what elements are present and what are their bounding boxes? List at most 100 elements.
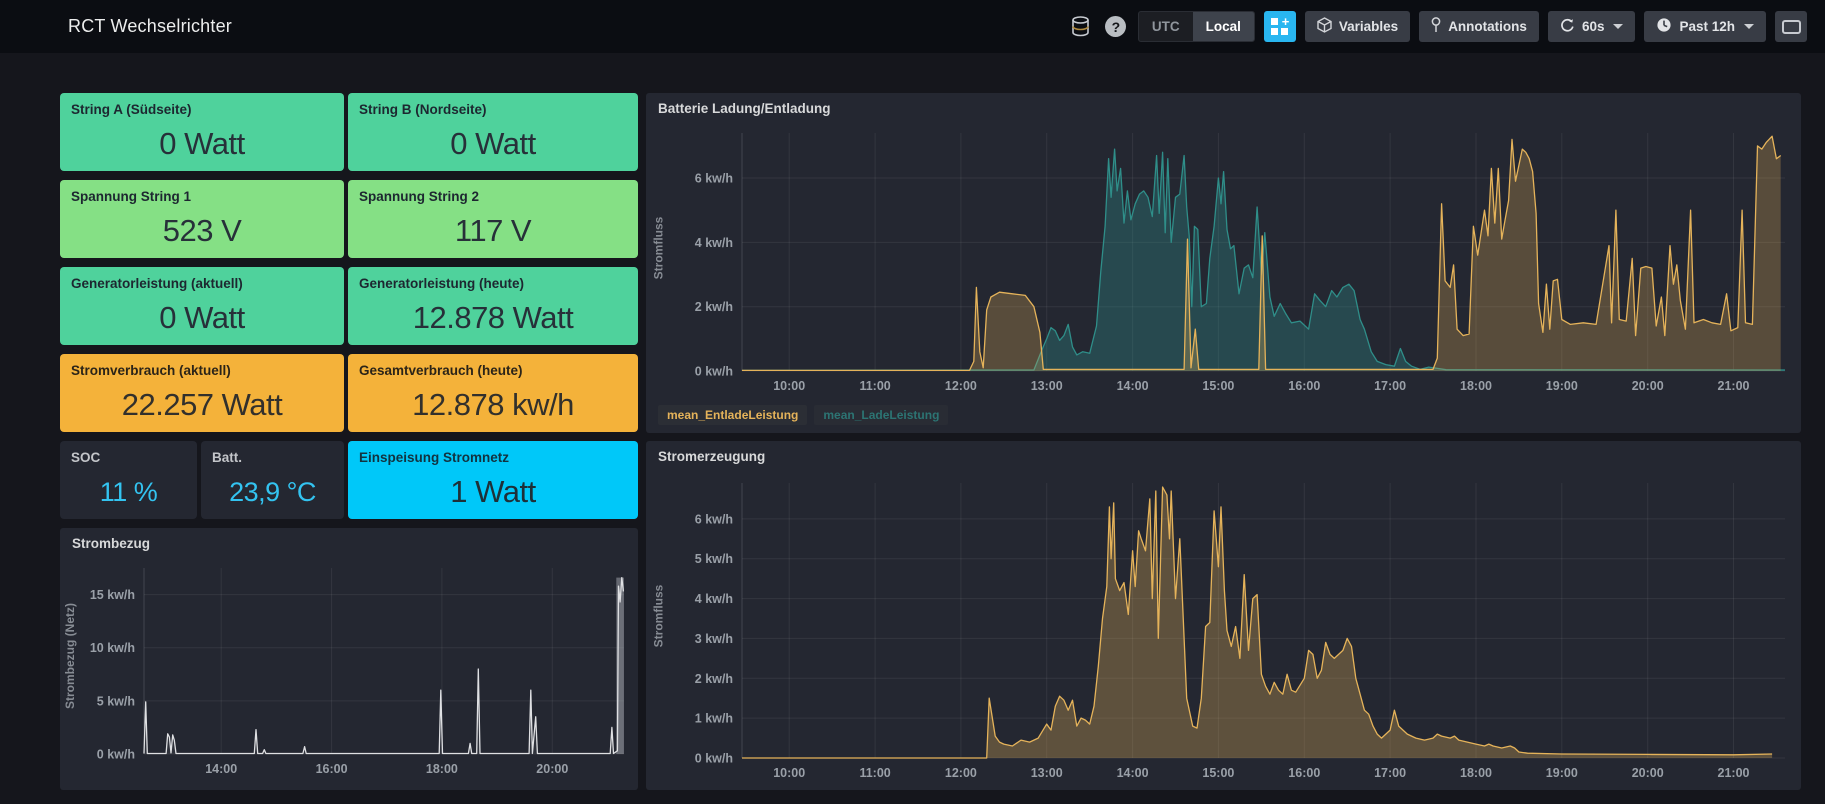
navbar-actions: ? UTC Local + Variables	[1068, 0, 1807, 53]
stat-title[interactable]: Spannung String 2	[359, 189, 479, 204]
annotations-label: Annotations	[1448, 19, 1527, 34]
svg-text:13:00: 13:00	[1031, 379, 1063, 393]
stat-value: 22.257 Watt	[60, 384, 344, 426]
panel-title[interactable]: Batterie Ladung/Entladung	[658, 101, 831, 116]
svg-text:15:00: 15:00	[1202, 379, 1234, 393]
time-range-label: Past 12h	[1679, 19, 1735, 34]
svg-text:0 kw/h: 0 kw/h	[695, 752, 733, 766]
svg-text:18:00: 18:00	[1460, 379, 1492, 393]
stat-title[interactable]: Generatorleistung (heute)	[359, 276, 524, 291]
panel-strombezug: Strombezug Strombezug (Netz) 14:0016:001…	[60, 528, 638, 790]
svg-text:10 kw/h: 10 kw/h	[90, 641, 135, 655]
refresh-icon	[1560, 18, 1575, 36]
dashboard-title[interactable]: RCT Wechselrichter	[68, 16, 232, 37]
stat-value: 523 V	[60, 210, 344, 252]
panel-batterie-ladung-entladung: Batterie Ladung/Entladung Stromfluss 10:…	[646, 93, 1801, 433]
stat-value: 1 Watt	[348, 471, 638, 513]
stat-title[interactable]: Batt.	[212, 450, 242, 465]
stat-value: 11 %	[60, 471, 197, 513]
svg-text:15 kw/h: 15 kw/h	[90, 588, 135, 602]
svg-text:17:00: 17:00	[1374, 379, 1406, 393]
stat-value: 0 Watt	[60, 297, 344, 339]
grafana-dashboard: RCT Wechselrichter ? UTC Local +	[0, 0, 1825, 804]
svg-text:21:00: 21:00	[1718, 766, 1750, 780]
svg-text:20:00: 20:00	[536, 762, 568, 776]
clock-icon	[1656, 17, 1672, 36]
help-icon[interactable]: ?	[1103, 14, 1129, 40]
svg-text:3 kw/h: 3 kw/h	[695, 632, 733, 646]
stat-generatorleistung-aktuell: Generatorleistung (aktuell) 0 Watt	[60, 267, 344, 345]
panel-title[interactable]: Strombezug	[72, 536, 150, 551]
stat-stromverbrauch-aktuell: Stromverbrauch (aktuell) 22.257 Watt	[60, 354, 344, 432]
stat-title[interactable]: SOC	[71, 450, 100, 465]
time-range-button[interactable]: Past 12h	[1644, 11, 1766, 42]
svg-text:10:00: 10:00	[773, 766, 805, 780]
svg-text:4 kw/h: 4 kw/h	[695, 592, 733, 606]
svg-text:20:00: 20:00	[1632, 766, 1664, 780]
svg-text:18:00: 18:00	[426, 762, 458, 776]
svg-text:18:00: 18:00	[1460, 766, 1492, 780]
svg-text:16:00: 16:00	[316, 762, 348, 776]
annotations-button[interactable]: Annotations	[1419, 11, 1539, 42]
svg-text:5 kw/h: 5 kw/h	[695, 552, 733, 566]
stat-title[interactable]: Gesamtverbrauch (heute)	[359, 363, 523, 378]
refresh-interval-label: 60s	[1582, 19, 1605, 34]
stat-title[interactable]: String B (Nordseite)	[359, 102, 487, 117]
stat-value: 23,9 °C	[201, 471, 344, 513]
top-navbar: RCT Wechselrichter ? UTC Local +	[0, 0, 1825, 53]
svg-text:11:00: 11:00	[859, 766, 890, 780]
kiosk-frame-icon	[1782, 20, 1801, 34]
strombezug-chart-canvas[interactable]: 14:00 16:00 18:00 20:00 0 kw/h 5 kw/h 10 kw/h 1…	[60, 556, 638, 782]
variables-label: Variables	[1339, 19, 1398, 34]
chevron-down-icon	[1744, 24, 1754, 29]
svg-text:12:00: 12:00	[945, 766, 977, 780]
stat-title[interactable]: Stromverbrauch (aktuell)	[71, 363, 231, 378]
legend-item-entladeleistung[interactable]: mean_EntladeLeistung	[658, 405, 807, 425]
stromerzeugung-chart-canvas[interactable]: 10:0011:0012:0013:0014:0015:0016:0017:00…	[646, 471, 1801, 784]
panel-stromerzeugung: Stromerzeugung Stromfluss 10:0011:0012:0…	[646, 441, 1801, 790]
stat-value: 12.878 Watt	[348, 297, 638, 339]
datasource-icon[interactable]	[1068, 14, 1094, 40]
stat-title[interactable]: Einspeisung Stromnetz	[359, 450, 509, 465]
stat-title[interactable]: Generatorleistung (aktuell)	[71, 276, 243, 291]
svg-text:0 kw/h: 0 kw/h	[97, 748, 135, 762]
svg-text:12:00: 12:00	[945, 379, 977, 393]
refresh-interval-button[interactable]: 60s	[1548, 11, 1636, 42]
svg-text:6 kw/h: 6 kw/h	[695, 512, 733, 526]
svg-text:16:00: 16:00	[1288, 766, 1320, 780]
add-panel-button[interactable]: +	[1264, 11, 1296, 42]
stat-title[interactable]: String A (Südseite)	[71, 102, 192, 117]
legend-item-ladeleistung[interactable]: mean_LadeLeistung	[814, 405, 948, 425]
svg-text:11:00: 11:00	[859, 379, 890, 393]
svg-text:2 kw/h: 2 kw/h	[695, 300, 733, 314]
stat-soc: SOC 11 %	[60, 441, 197, 519]
svg-text:16:00: 16:00	[1288, 379, 1320, 393]
batterie-chart-canvas[interactable]: 10:00 11:00 12:00 13:00 14:00 15:00 16:00 17:00…	[646, 123, 1801, 397]
stat-spannung-string-1: Spannung String 1 523 V	[60, 180, 344, 258]
stat-spannung-string-2: Spannung String 2 117 V	[348, 180, 638, 258]
stat-title[interactable]: Spannung String 1	[71, 189, 191, 204]
stat-gesamtverbrauch-heute: Gesamtverbrauch (heute) 12.878 kw/h	[348, 354, 638, 432]
svg-text:10:00: 10:00	[773, 379, 805, 393]
stat-batt-temp: Batt. 23,9 °C	[201, 441, 344, 519]
svg-text:6 kw/h: 6 kw/h	[695, 172, 733, 186]
svg-text:14:00: 14:00	[1117, 379, 1149, 393]
svg-text:5 kw/h: 5 kw/h	[97, 694, 135, 708]
svg-text:4 kw/h: 4 kw/h	[695, 236, 733, 250]
kiosk-mode-button[interactable]	[1775, 11, 1807, 42]
utc-toggle-option[interactable]: UTC	[1139, 12, 1193, 41]
add-panel-icon: +	[1271, 18, 1288, 35]
chart-legend: mean_EntladeLeistung mean_LadeLeistung	[658, 405, 948, 425]
svg-text:15:00: 15:00	[1202, 766, 1234, 780]
local-toggle-option[interactable]: Local	[1193, 12, 1254, 41]
stat-einspeisung-stromnetz: Einspeisung Stromnetz 1 Watt	[348, 441, 638, 519]
timezone-toggle: UTC Local	[1138, 11, 1255, 42]
panel-title[interactable]: Stromerzeugung	[658, 449, 765, 464]
stat-string-a: String A (Südseite) 0 Watt	[60, 93, 344, 171]
stat-value: 117 V	[348, 210, 638, 252]
svg-text:2 kw/h: 2 kw/h	[695, 672, 733, 686]
svg-text:17:00: 17:00	[1374, 766, 1406, 780]
variables-button[interactable]: Variables	[1305, 11, 1410, 42]
svg-text:14:00: 14:00	[205, 762, 237, 776]
stat-value: 0 Watt	[348, 123, 638, 165]
